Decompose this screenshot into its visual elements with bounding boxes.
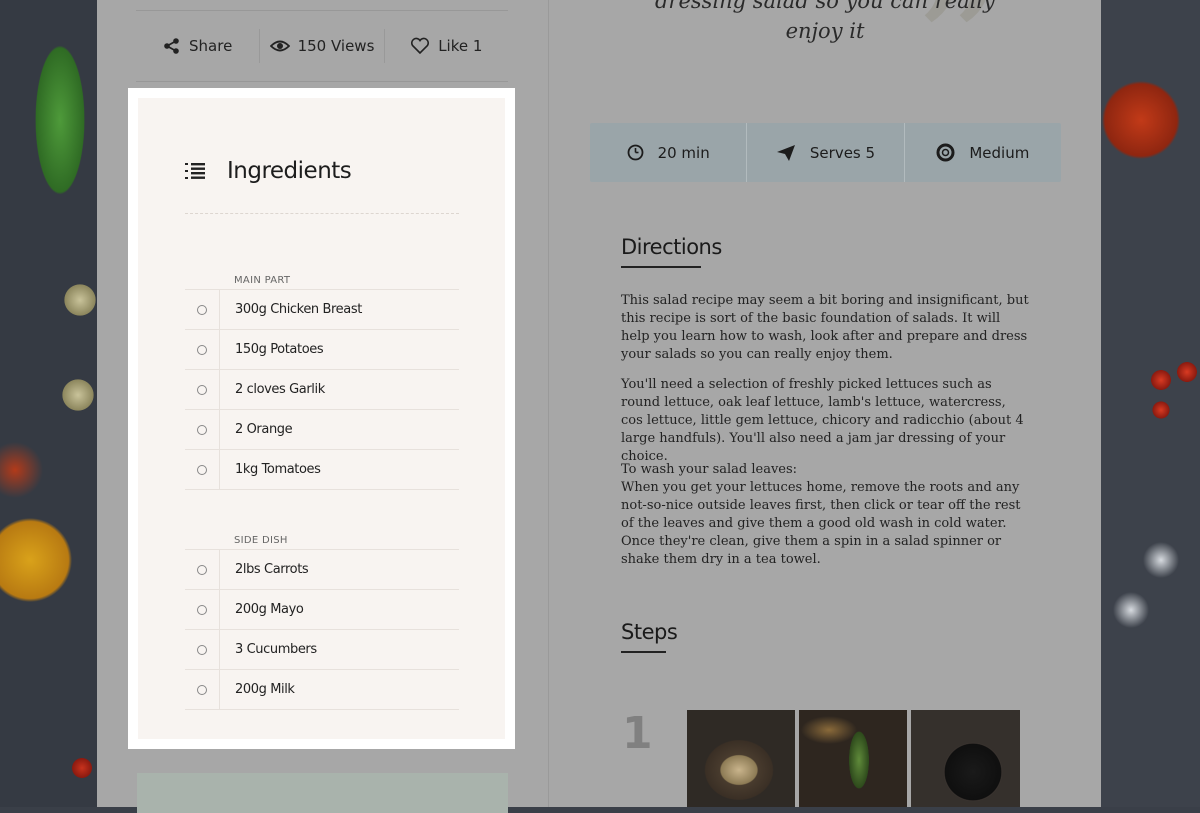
ingredients-header: Ingredients <box>185 158 352 184</box>
nutrition-panel <box>137 773 508 813</box>
eye-icon <box>269 40 290 52</box>
ingredient-text: 200g Mayo <box>235 602 304 617</box>
circle-icon <box>197 464 207 475</box>
circle-icon <box>197 604 207 615</box>
directions-heading: Directions <box>621 235 722 259</box>
like-label: Like 1 <box>438 37 483 55</box>
ingredient-checkbox[interactable] <box>185 630 220 669</box>
header-divider <box>185 213 459 214</box>
circle-icon <box>197 684 207 695</box>
prep-time: 20 min <box>590 144 746 162</box>
quote: dressing salad so you can really enjoy i… <box>600 0 1050 46</box>
ingredient-text: 2 cloves Garlik <box>235 382 325 397</box>
ingredient-row[interactable]: 2 Orange <box>185 409 459 449</box>
ingredient-text: 200g Milk <box>235 682 295 697</box>
section-label-side: SIDE DISH <box>234 535 288 546</box>
section-label-main: MAIN PART <box>234 275 291 286</box>
ingredient-row[interactable]: 2 cloves Garlik <box>185 369 459 409</box>
prep-time-label: 20 min <box>657 143 710 162</box>
directions-paragraph: This salad recipe may seem a bit boring … <box>621 293 1029 362</box>
ingredients-card: Ingredients MAIN PART 300g Chicken Breas… <box>128 88 515 749</box>
like-button[interactable]: Like 1 <box>385 37 508 55</box>
share-label: Share <box>189 37 233 55</box>
clock-icon <box>627 144 643 161</box>
directions-paragraph: You'll need a selection of freshly picke… <box>621 377 1024 464</box>
heart-icon <box>411 37 430 55</box>
ingredient-row[interactable]: 300g Chicken Breast <box>185 289 459 329</box>
steps-heading: Steps <box>621 620 678 644</box>
ingredient-row[interactable]: 150g Potatoes <box>185 329 459 369</box>
step-photo[interactable] <box>799 710 907 807</box>
post-meta-bar: Share 150 Views Like 1 <box>136 10 508 82</box>
ingredient-checkbox[interactable] <box>185 450 220 489</box>
ingredient-text: 2 Orange <box>235 422 293 437</box>
ingredient-text: 1kg Tomatoes <box>235 462 321 477</box>
difficulty: Medium <box>905 143 1061 162</box>
ingredient-row[interactable]: 3 Cucumbers <box>185 629 459 669</box>
circle-icon <box>197 344 207 355</box>
circle-icon <box>197 304 207 315</box>
ingredient-list-main: 300g Chicken Breast 150g Potatoes 2 clov… <box>185 289 459 490</box>
directions-underline <box>621 266 701 268</box>
views-counter: 150 Views <box>260 37 383 55</box>
step-number: 1 <box>622 708 653 759</box>
ingredient-row[interactable]: 2lbs Carrots <box>185 549 459 589</box>
column-divider <box>548 0 549 807</box>
ingredient-row[interactable]: 200g Mayo <box>185 589 459 629</box>
ingredient-text: 2lbs Carrots <box>235 562 309 577</box>
circle-icon <box>197 384 207 395</box>
ingredient-checkbox[interactable] <box>185 290 220 329</box>
background-spices-left <box>0 0 97 807</box>
circle-icon <box>197 644 207 655</box>
views-label: 150 Views <box>297 37 375 55</box>
step-photo[interactable] <box>687 710 795 807</box>
ingredient-text: 300g Chicken Breast <box>235 302 362 317</box>
directions-paragraph: When you get your lettuces home, remove … <box>621 480 1021 567</box>
ingredient-checkbox[interactable] <box>185 670 220 709</box>
ingredient-checkbox[interactable] <box>185 550 220 589</box>
difficulty-label: Medium <box>969 143 1030 162</box>
background-spices-right <box>1101 0 1200 807</box>
recipe-info-bar: 20 min Serves 5 Medium <box>590 123 1061 182</box>
paper-plane-icon <box>776 144 795 161</box>
ingredient-text: 150g Potatoes <box>235 342 324 357</box>
life-ring-icon <box>936 143 955 162</box>
ingredient-checkbox[interactable] <box>185 370 220 409</box>
ingredient-checkbox[interactable] <box>185 590 220 629</box>
ingredients-title: Ingredients <box>227 158 352 184</box>
share-button[interactable]: Share <box>136 37 259 55</box>
circle-icon <box>197 564 207 575</box>
circle-icon <box>197 424 207 435</box>
steps-underline <box>621 651 666 653</box>
ingredient-row[interactable]: 200g Milk <box>185 669 459 710</box>
quote-line: dressing salad so you can really <box>654 0 996 13</box>
directions-paragraph: To wash your salad leaves: <box>621 462 798 477</box>
step-photo[interactable] <box>911 710 1020 807</box>
ingredient-row[interactable]: 1kg Tomatoes <box>185 449 459 490</box>
servings-label: Serves 5 <box>809 143 876 162</box>
servings: Serves 5 <box>747 144 903 162</box>
ingredients-panel: Ingredients MAIN PART 300g Chicken Breas… <box>138 98 505 739</box>
ingredient-checkbox[interactable] <box>185 330 220 369</box>
ingredient-text: 3 Cucumbers <box>235 642 317 657</box>
share-icon <box>164 38 179 54</box>
ingredient-checkbox[interactable] <box>185 410 220 449</box>
quote-line: enjoy it <box>785 19 865 43</box>
ingredient-list-side: 2lbs Carrots 200g Mayo 3 Cucumbers 200g … <box>185 549 459 710</box>
numbered-list-icon <box>185 163 205 179</box>
